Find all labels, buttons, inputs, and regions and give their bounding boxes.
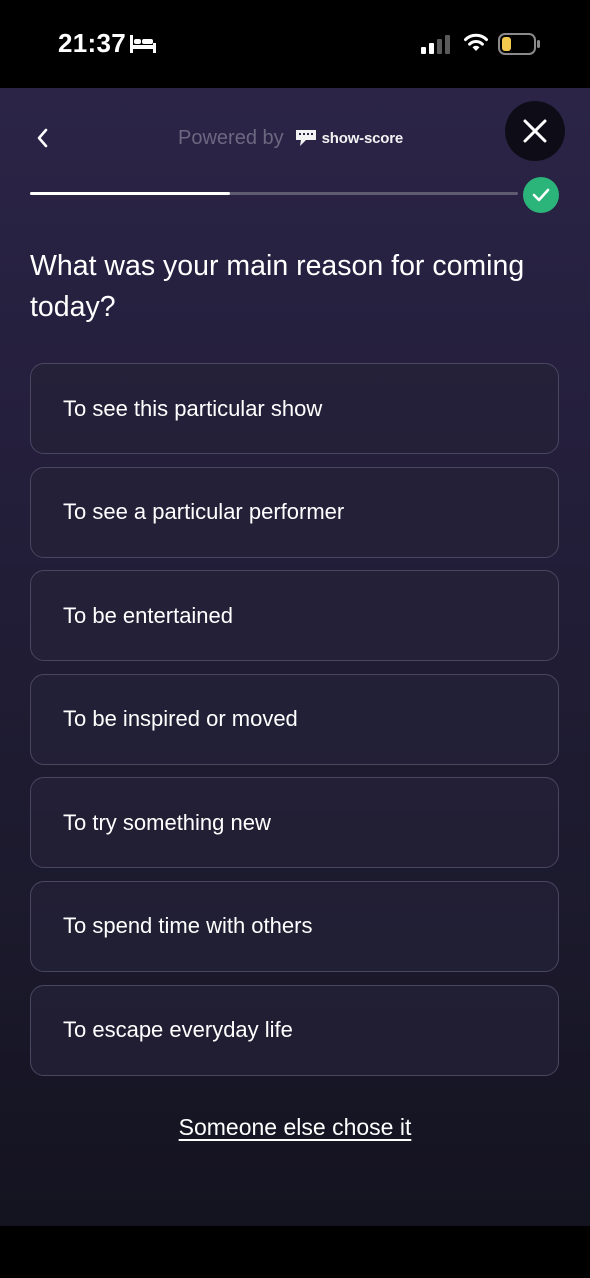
powered-by-label: Powered by: [178, 126, 284, 149]
progress-fill: [30, 192, 231, 195]
option-particular-show[interactable]: To see this particular show: [30, 363, 559, 454]
answer-options: To see this particular show To see a par…: [30, 363, 559, 1088]
powered-by-branding: Powered by show-score: [178, 124, 403, 152]
brand-name: show-score: [321, 129, 404, 147]
chevron-left-icon: [37, 128, 48, 148]
option-time-with-others[interactable]: To spend time with others: [30, 880, 559, 972]
question-text: What was your main reason for coming tod…: [30, 250, 525, 323]
someone-else-chose-label[interactable]: Someone else chose it: [179, 1114, 412, 1140]
close-icon: [523, 119, 547, 143]
back-button[interactable]: [28, 122, 56, 154]
check-circle-icon: [523, 177, 559, 213]
wifi-icon: [463, 32, 489, 57]
status-time: 21:37: [58, 28, 126, 58]
battery-low-icon: [498, 33, 542, 60]
status-bar: 21:37: [0, 0, 590, 88]
option-escape-everyday[interactable]: To escape everyday life: [30, 984, 559, 1076]
someone-else-chose-link[interactable]: Someone else chose it: [0, 1114, 590, 1141]
option-inspired[interactable]: To be inspired or moved: [30, 673, 559, 765]
option-entertained[interactable]: To be entertained: [30, 570, 559, 662]
close-button[interactable]: [505, 101, 565, 161]
sleep-focus-icon: [130, 35, 156, 58]
bottom-safe-area: [0, 1226, 590, 1278]
option-try-something-new[interactable]: To try something new: [30, 777, 559, 869]
screen: 21:37 Powered by show-score What was you…: [0, 0, 590, 1278]
option-particular-performer[interactable]: To see a particular performer: [30, 466, 559, 558]
show-score-logo: show-score: [294, 127, 403, 149]
survey-screen: Powered by show-score What was your main…: [0, 88, 590, 1226]
cellular-signal-icon: [421, 34, 451, 59]
progress-bar: [30, 192, 518, 195]
show-score-logo-icon: [295, 130, 316, 146]
